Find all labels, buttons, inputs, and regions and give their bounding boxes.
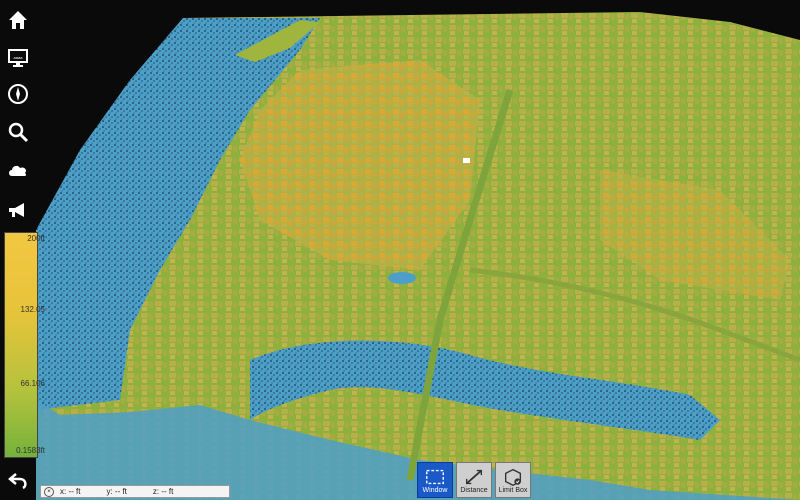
limit-box-tool-button[interactable]: Limit Box [495, 462, 531, 498]
window-tool-button[interactable]: Window [417, 462, 453, 498]
compass-button[interactable] [4, 80, 32, 108]
measurement-toolbar: Window Distance Limit Box [417, 462, 531, 498]
search-button[interactable] [4, 118, 32, 146]
distance-icon [465, 469, 483, 484]
marker [463, 158, 470, 163]
megaphone-icon [9, 203, 24, 217]
limit-box-icon [504, 468, 522, 486]
home-button[interactable] [4, 6, 32, 34]
limit-box-tool-label: Limit Box [498, 486, 528, 494]
coord-x: x: -- ft [60, 487, 81, 496]
monitor-button[interactable]: aaaa [4, 44, 32, 72]
distance-tool-button[interactable]: Distance [456, 462, 492, 498]
megaphone-button[interactable] [4, 196, 32, 224]
elevation-legend: 200ft 132.05 66.106 0.1583ft [4, 232, 45, 458]
cloud-icon [9, 165, 27, 176]
left-toolbar: aaaa 200ft 132.05 66.106 0.1583ft [0, 0, 45, 500]
distance-tool-label: Distance [460, 486, 488, 494]
compass-icon [8, 84, 28, 104]
search-icon [8, 122, 29, 143]
window-tool-label: Window [422, 486, 448, 494]
coord-close-icon[interactable]: × [44, 486, 54, 497]
legend-mid-low: 66.106 [20, 379, 45, 388]
coord-z: z: -- ft [152, 487, 174, 496]
legend-min: 0.1583ft [16, 446, 45, 455]
legend-mid-high: 132.05 [20, 305, 45, 314]
window-select-icon [426, 469, 444, 484]
coord-y: y: -- ft [106, 487, 127, 496]
svg-text:aaaa: aaaa [14, 55, 24, 60]
pond [388, 272, 416, 284]
back-button[interactable] [4, 466, 32, 494]
point-cloud-viewport[interactable] [0, 0, 800, 500]
coordinate-readout: × x: -- ft y: -- ft z: -- ft [40, 485, 230, 498]
home-icon [9, 11, 27, 29]
cloud-button[interactable] [4, 156, 32, 184]
legend-max: 200ft [27, 234, 45, 243]
back-arrow-icon [8, 473, 27, 490]
monitor-icon: aaaa [8, 49, 28, 67]
